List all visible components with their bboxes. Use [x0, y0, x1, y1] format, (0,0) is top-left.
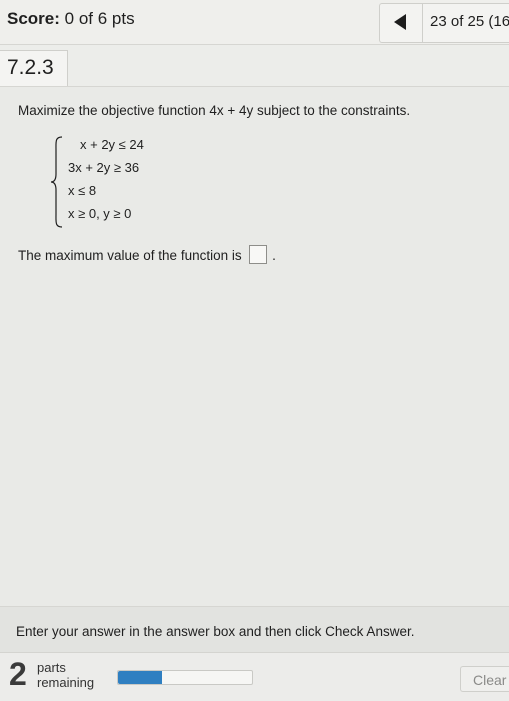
parts-remaining-label: parts remaining — [37, 660, 94, 690]
question-number-box: 7.2.3 — [0, 50, 68, 88]
parts-label-line1: parts — [37, 660, 66, 675]
previous-question-icon[interactable] — [394, 14, 406, 30]
score: Score: 0 of 6 pts — [7, 9, 135, 29]
footer: 2 parts remaining Clear — [0, 652, 509, 701]
answer-prompt: The maximum value of the function is — [18, 248, 242, 264]
constraint-2: 3x + 2y ≥ 36 — [68, 160, 140, 175]
constraint-brace-icon — [50, 136, 63, 228]
constraint-4: x ≥ 0, y ≥ 0 — [68, 206, 132, 221]
instructions-text: Enter your answer in the answer box and … — [16, 624, 415, 639]
answer-row: The maximum value of the function is . — [18, 245, 276, 266]
score-label: Score: — [7, 9, 60, 28]
parts-remaining-count: 2 — [9, 656, 27, 692]
question-number: 7.2.3 — [7, 56, 54, 79]
question-position[interactable]: 23 of 25 (16 — [430, 13, 509, 30]
top-bar: Score: 0 of 6 pts 23 of 25 (16 — [0, 0, 509, 45]
answer-input[interactable] — [249, 245, 268, 264]
constraint-1: x + 2y ≤ 24 — [80, 137, 144, 152]
nav-divider — [422, 4, 423, 42]
score-value: 0 of 6 pts — [64, 9, 135, 28]
clear-button[interactable]: Clear — [460, 666, 509, 692]
question-panel: Maximize the objective function 4x + 4y … — [0, 86, 509, 607]
constraint-3: x ≤ 8 — [68, 183, 97, 198]
parts-progress-fill — [118, 671, 163, 684]
question-prompt: Maximize the objective function 4x + 4y … — [18, 103, 411, 118]
answer-suffix: . — [272, 248, 276, 264]
parts-progress-bar — [117, 670, 253, 685]
instructions-panel: Enter your answer in the answer box and … — [0, 606, 509, 653]
question-navigator: 23 of 25 (16 — [379, 3, 509, 43]
parts-label-line2: remaining — [37, 675, 95, 690]
